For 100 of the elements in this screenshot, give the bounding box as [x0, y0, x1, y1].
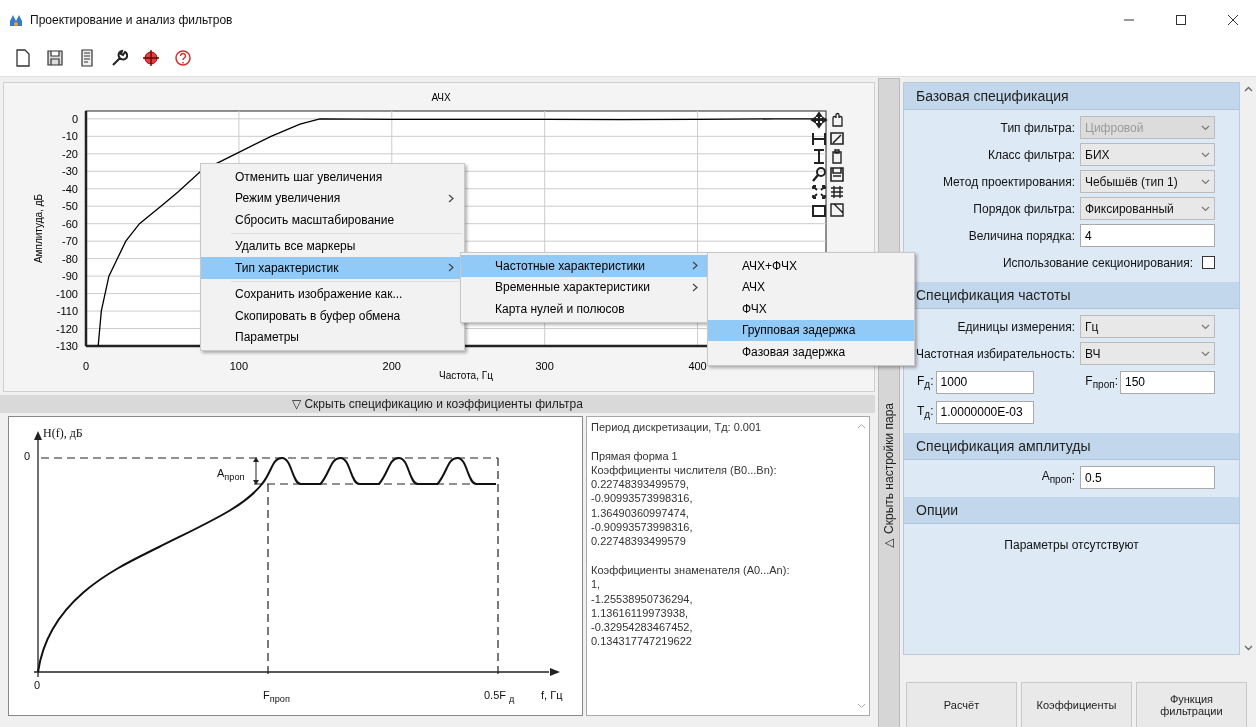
- coefficients-text-line: Коэффициенты знаменателя (A0...An):: [591, 562, 791, 578]
- pencil-icon[interactable]: [830, 132, 844, 145]
- document-button[interactable]: [78, 49, 96, 67]
- menu-item[interactable]: Удалить все маркеры: [201, 235, 464, 257]
- y-tick-label: -80: [62, 252, 78, 265]
- spec-toggle-bar[interactable]: ▽ Скрыть спецификацию и коэффициенты фильтра: [0, 395, 875, 413]
- action-button[interactable]: Функция фильтрации: [1136, 682, 1247, 727]
- menu-item[interactable]: Частотные характеристики: [461, 255, 708, 277]
- target-button[interactable]: [142, 49, 160, 67]
- x-tick-label: 400: [688, 360, 707, 372]
- field-label: Единицы измерения:: [957, 319, 1075, 334]
- zero-level-label: 0: [24, 450, 31, 463]
- y-tick-label: -110: [56, 305, 78, 318]
- field-label: A$_{проп}$:: [1041, 469, 1075, 486]
- save-button[interactable]: [46, 49, 64, 67]
- action-button[interactable]: Расчёт: [906, 682, 1017, 727]
- coefficients-text-line: 1.36490360997474,: [591, 505, 690, 521]
- field-label: Метод проектирования:: [942, 174, 1075, 189]
- dropdown[interactable]: Гц: [1080, 315, 1215, 338]
- coefficients-text-line: -0.90993573998316,: [591, 520, 694, 535]
- y-tick-label: -60: [62, 217, 78, 230]
- field-label: Частотная избирательность:: [915, 346, 1075, 361]
- horizontal-zoom-icon[interactable]: [812, 132, 826, 146]
- y-tick-label: -120: [55, 322, 78, 335]
- crop-icon[interactable]: [830, 203, 844, 217]
- menu-item[interactable]: Отменить шаг увеличения: [201, 166, 464, 188]
- input-field[interactable]: 1.0000000E-03: [935, 400, 1034, 424]
- coefficients-text-line: -0.90993573998316,: [591, 491, 694, 506]
- fit-icon[interactable]: [812, 185, 826, 199]
- coefficients-text-line: 0.134317747219622: [591, 634, 693, 649]
- y-tick-label: -30: [62, 165, 78, 178]
- dropdown[interactable]: БИХ: [1080, 143, 1215, 166]
- grid-icon[interactable]: [830, 185, 844, 199]
- x-tick-label: 0: [82, 360, 90, 372]
- x-tick-label: 100: [229, 360, 249, 372]
- help-button[interactable]: [174, 49, 192, 67]
- menu-item[interactable]: Режим увеличения: [201, 187, 464, 209]
- save-icon[interactable]: [830, 167, 844, 182]
- x-axis-label: Частота, Гц: [439, 370, 493, 381]
- checkbox[interactable]: [1202, 256, 1215, 269]
- menu-item[interactable]: Временные характеристики: [461, 276, 708, 298]
- input-field[interactable]: 0.5: [1080, 466, 1215, 489]
- dropdown-caret-icon: [1201, 205, 1210, 212]
- field-label: T$_{д}$:: [917, 403, 934, 421]
- menu-item[interactable]: Сохранить изображение как...: [201, 283, 464, 305]
- field-label: F$_{д}$:: [917, 373, 934, 391]
- square-icon[interactable]: [812, 205, 826, 217]
- scroll-up-icon[interactable]: [1243, 86, 1253, 92]
- y-tick-label: -100: [55, 287, 78, 300]
- y-tick-label: -130: [55, 340, 78, 352]
- action-button[interactable]: Коэффициенты: [1021, 682, 1132, 727]
- coefficients-text-line: Прямая форма 1: [591, 448, 679, 463]
- menu-item[interactable]: Карта нулей и полюсов: [461, 298, 708, 320]
- vertical-zoom-icon[interactable]: [813, 149, 825, 164]
- new-document-button[interactable]: [14, 49, 32, 67]
- chevron-icon: [692, 282, 698, 292]
- x-tick-label: 200: [382, 360, 401, 372]
- coefficients-text-line: 0.22748393499579: [591, 534, 687, 549]
- menu-item[interactable]: АЧХ+ФЧХ: [708, 255, 914, 277]
- input-field[interactable]: 1000: [935, 370, 1034, 394]
- chevron-icon: [692, 261, 698, 271]
- y-tick-label: -40: [62, 182, 78, 195]
- menu-item[interactable]: Скопировать в буфер обмена: [201, 305, 464, 327]
- menu-item[interactable]: Фазовая задержка: [708, 341, 914, 363]
- dropdown-caret-icon: [1201, 124, 1210, 131]
- menu-item[interactable]: Параметры: [201, 326, 464, 348]
- y-tick-label: -10: [62, 130, 78, 143]
- menu-item[interactable]: Групповая задержка: [708, 319, 914, 341]
- input-field[interactable]: 150: [1120, 370, 1215, 394]
- dropdown[interactable]: ВЧ: [1080, 342, 1215, 365]
- magnifier-icon[interactable]: [812, 167, 826, 182]
- coefficients-text-line: 0.22748393499579,: [591, 477, 690, 492]
- input-field[interactable]: 4: [1080, 224, 1215, 247]
- hand-icon[interactable]: [832, 112, 843, 127]
- dropdown[interactable]: Фиксированный: [1080, 197, 1215, 220]
- dropdown[interactable]: Чебышёв (тип 1): [1080, 170, 1215, 193]
- ripple-label: A$_{проп}$: [217, 467, 245, 485]
- y-tick-label: -20: [62, 147, 78, 160]
- dropdown-caret-icon: [1201, 151, 1210, 158]
- coefficients-text-line: 1,: [591, 577, 602, 592]
- settings-button[interactable]: [110, 49, 128, 67]
- scroll-down-icon[interactable]: [1243, 645, 1253, 651]
- dropdown-caret-icon: [1201, 350, 1210, 357]
- y-axis-label: H(f), дБ: [43, 427, 83, 440]
- menu-item[interactable]: Сбросить масштабирование: [201, 209, 464, 231]
- clipboard-icon[interactable]: [832, 149, 842, 164]
- chart-title: АЧХ: [431, 92, 451, 103]
- field-label: Порядок фильтра:: [973, 201, 1075, 216]
- field-label: Класс фильтра:: [987, 147, 1075, 162]
- settings-toggle[interactable]: ▷ Скрыть настройки пара: [882, 402, 896, 551]
- field-label: Тип фильтра:: [1000, 120, 1075, 135]
- y-axis-label: Амплитуда, дБ: [33, 193, 44, 264]
- move-icon[interactable]: [811, 112, 827, 128]
- x-tick-label: 300: [535, 360, 554, 372]
- section-header: Опции: [904, 497, 1239, 524]
- dropdown-caret-icon: [1201, 178, 1210, 185]
- field-label: Использование секционирования:: [1003, 255, 1193, 270]
- origin-label: 0: [34, 679, 41, 692]
- coefficients-text-line: -1.25538950736294,: [591, 591, 694, 606]
- y-tick-label: 0: [71, 112, 78, 125]
